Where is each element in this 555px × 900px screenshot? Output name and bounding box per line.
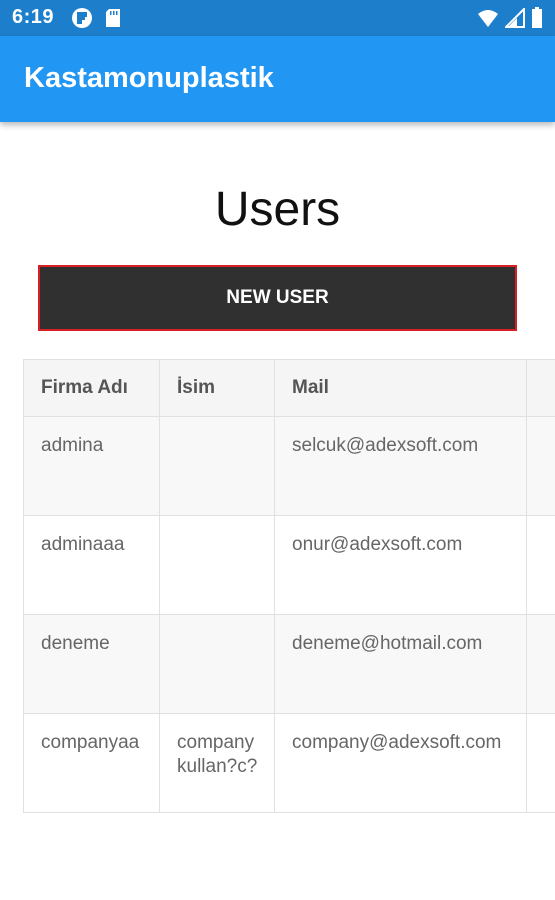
table-header-row: Firma Adı İsim Mail — [23, 359, 555, 417]
cell-mail: company@adexsoft.com — [274, 713, 527, 813]
status-right-icons — [477, 7, 543, 29]
app-bar: Kastamonuplastik — [0, 36, 555, 122]
cell-extra — [526, 713, 555, 813]
status-time: 6:19 — [12, 6, 55, 28]
sd-card-icon — [105, 8, 121, 28]
column-header-extra — [526, 359, 555, 417]
cell-extra — [526, 614, 555, 714]
main-content: Users NEW USER Firma Adı İsim Mail admin… — [0, 122, 555, 900]
cell-firma: deneme — [23, 614, 160, 714]
cell-extra — [526, 515, 555, 615]
status-left-icons — [71, 7, 121, 29]
column-header-isim[interactable]: İsim — [159, 359, 275, 417]
column-header-firma[interactable]: Firma Adı — [23, 359, 160, 417]
cell-mail: onur@adexsoft.com — [274, 515, 527, 615]
wifi-icon — [477, 8, 499, 28]
users-table: Firma Adı İsim Mail admina selcuk@adexso… — [23, 359, 555, 818]
new-user-button[interactable]: NEW USER — [38, 265, 517, 331]
cell-firma: adminaaa — [23, 515, 160, 615]
cell-extra — [526, 416, 555, 516]
page-title: Users — [214, 183, 341, 236]
cell-mail: selcuk@adexsoft.com — [274, 416, 527, 516]
cell-mail: deneme@hotmail.com — [274, 614, 527, 714]
cell-firma: companyaa — [23, 713, 160, 813]
cell-isim: company kullan?c? — [159, 713, 275, 813]
flipboard-icon — [71, 7, 93, 29]
cell-isim — [159, 416, 275, 516]
battery-icon — [531, 7, 543, 29]
app-title: Kastamonuplastik — [24, 62, 274, 94]
cell-isim — [159, 515, 275, 615]
table-row[interactable]: admina selcuk@adexsoft.com — [23, 416, 555, 516]
table-row[interactable]: adminaaa onur@adexsoft.com — [23, 515, 555, 615]
cell-isim — [159, 614, 275, 714]
column-header-mail[interactable]: Mail — [274, 359, 527, 417]
table-row[interactable]: deneme deneme@hotmail.com — [23, 614, 555, 714]
table-row[interactable]: companyaa company kullan?c? company@adex… — [23, 713, 555, 813]
cell-firma: admina — [23, 416, 160, 516]
signal-icon — [505, 8, 525, 28]
status-bar: 6:19 — [0, 0, 555, 36]
